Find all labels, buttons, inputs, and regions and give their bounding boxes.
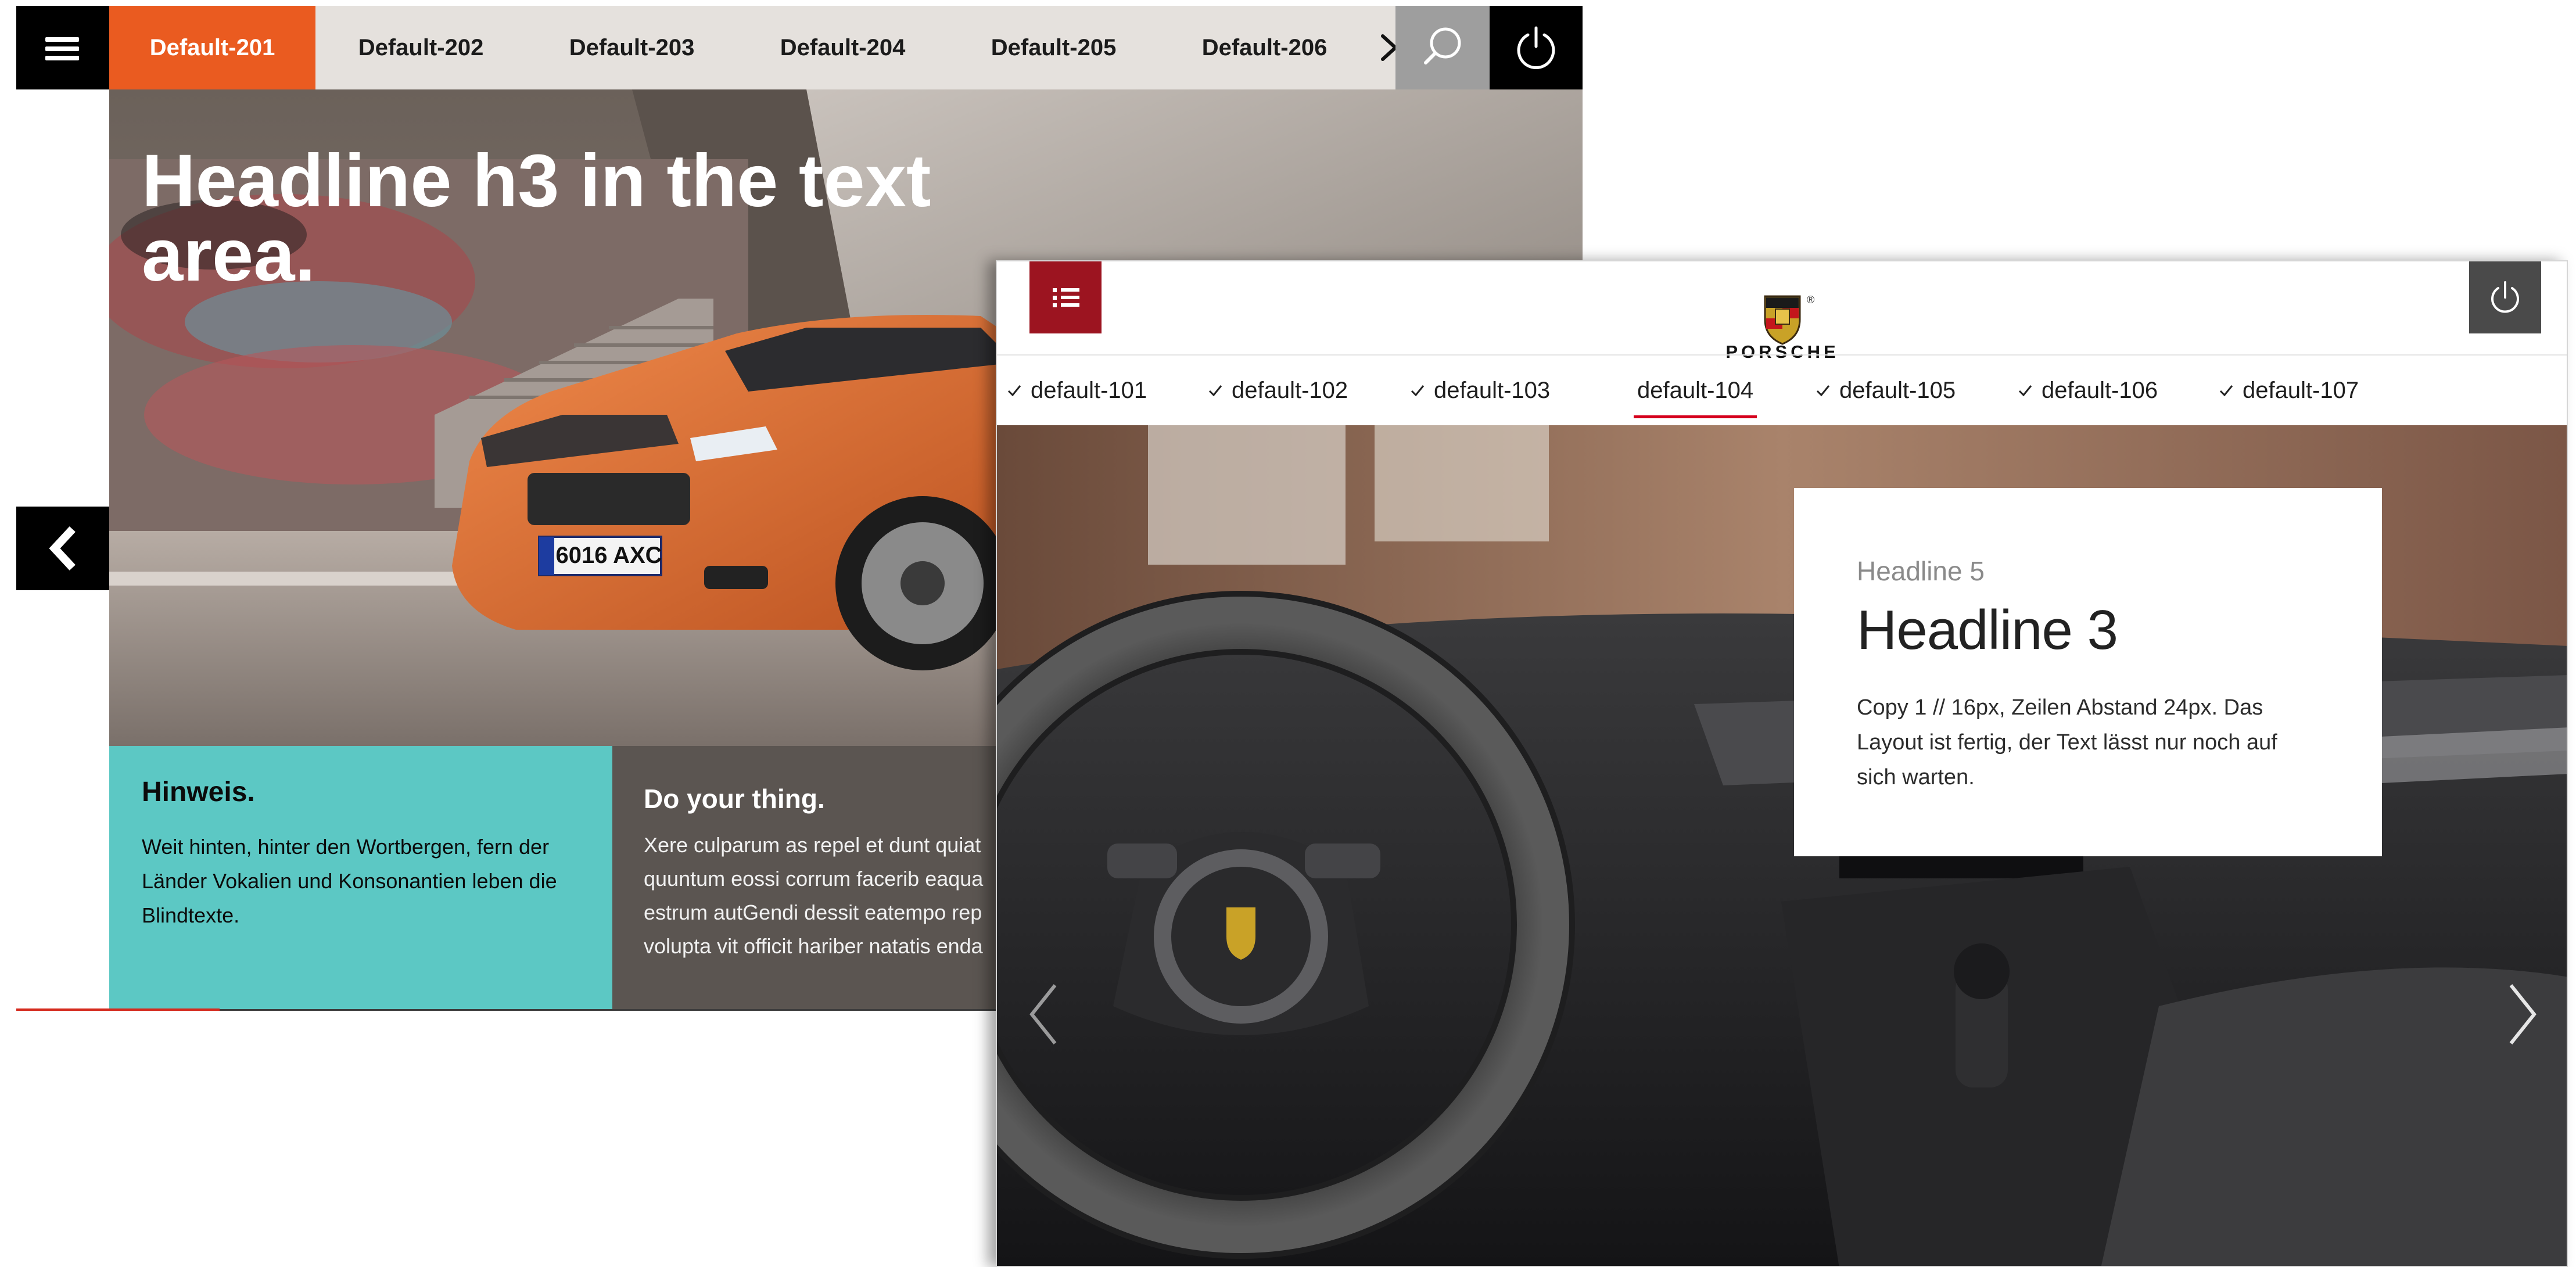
hamburger-menu-button[interactable] [16,6,109,89]
tab-default-204[interactable]: Default-204 [737,6,948,89]
tab-default-202[interactable]: Default-202 [315,6,526,89]
promo-line: Xere culparum as repel et dunt quiat [644,833,981,857]
check-icon [1816,385,1830,397]
porsche-app-window: ® PORSCHE default-101 default-102 defaul… [996,260,2568,1267]
tab-default-206[interactable]: Default-206 [1159,6,1370,89]
seat-tab-bar: Default-201 Default-202 Default-203 Defa… [109,6,1373,89]
power-icon [2491,281,2519,313]
promo-line: volupta vit officit hariber natatis enda [644,934,983,958]
power-icon [1517,26,1555,69]
list-menu-icon [1053,288,1079,307]
tab-label: default-101 [1031,377,1147,403]
license-plate-text: 6016 AXC [555,543,662,568]
tab-label: default-106 [2042,377,2158,403]
svg-text:®: ® [1807,294,1814,306]
porsche-tab-bar: default-101 default-102 default-103 defa… [997,356,2567,425]
tab-label: default-102 [1232,377,1348,403]
search-icon [1424,27,1461,64]
hero-headline: Headline h3 in the text area. [142,139,931,297]
check-icon [2018,385,2032,397]
tab-default-102[interactable]: default-102 [1207,356,1348,425]
notice-text: Weit hinten, hinter den Wortbergen, fern… [142,835,557,927]
tab-default-205[interactable]: Default-205 [948,6,1159,89]
tab-default-105[interactable]: default-105 [1815,356,1956,425]
tab-default-106[interactable]: default-106 [2017,356,2158,425]
active-tab-indicator [1634,415,1757,418]
tab-default-103[interactable]: default-103 [1409,356,1550,425]
notice-title: Hinweis. [142,777,255,807]
tab-default-203[interactable]: Default-203 [526,6,737,89]
promo-title: Do your thing. [644,784,825,814]
headline-card: Headline 5 Headline 3 Copy 1 // 16px, Ze… [1794,488,2382,856]
tab-default-104[interactable]: default-104 [1634,356,1757,425]
card-headline: Headline 3 [1857,599,2118,661]
chevron-right-icon[interactable] [2499,974,2546,1055]
search-button[interactable] [1395,6,1490,89]
card-kicker: Headline 5 [1857,556,1985,586]
promo-line: estrum autGendi dessit eatempo rep [644,900,982,924]
tab-label: default-107 [2243,377,2359,403]
card-copy: Copy 1 // 16px, Zeilen Abstand 24px. Das… [1857,695,2277,789]
check-icon [1007,385,1021,397]
notice-box: Hinweis. Weit hinten, hinter den Wortber… [109,746,612,1010]
porsche-hero-area: Headline 5 Headline 3 Copy 1 // 16px, Ze… [997,425,2567,1266]
tab-default-101[interactable]: default-101 [1006,356,1147,425]
promo-line: quuntum eossi corrum facerib eaqua [644,867,984,891]
chevron-left-icon [49,526,76,570]
check-icon [1411,385,1425,397]
power-button[interactable] [2469,261,2541,333]
list-menu-button[interactable] [1029,261,1102,333]
tab-default-201[interactable]: Default-201 [109,6,315,89]
carousel-prev-button[interactable] [16,507,109,590]
tab-label: default-104 [1637,377,1754,403]
tab-label: default-103 [1434,377,1551,403]
check-icon [1208,385,1222,397]
check-icon [2219,385,2233,397]
tab-label: default-105 [1839,377,1956,403]
tab-default-107[interactable]: default-107 [2218,356,2359,425]
power-button[interactable] [1490,6,1583,89]
carousel-progress-indicator [16,1008,220,1011]
chevron-left-icon[interactable] [1020,974,1067,1055]
